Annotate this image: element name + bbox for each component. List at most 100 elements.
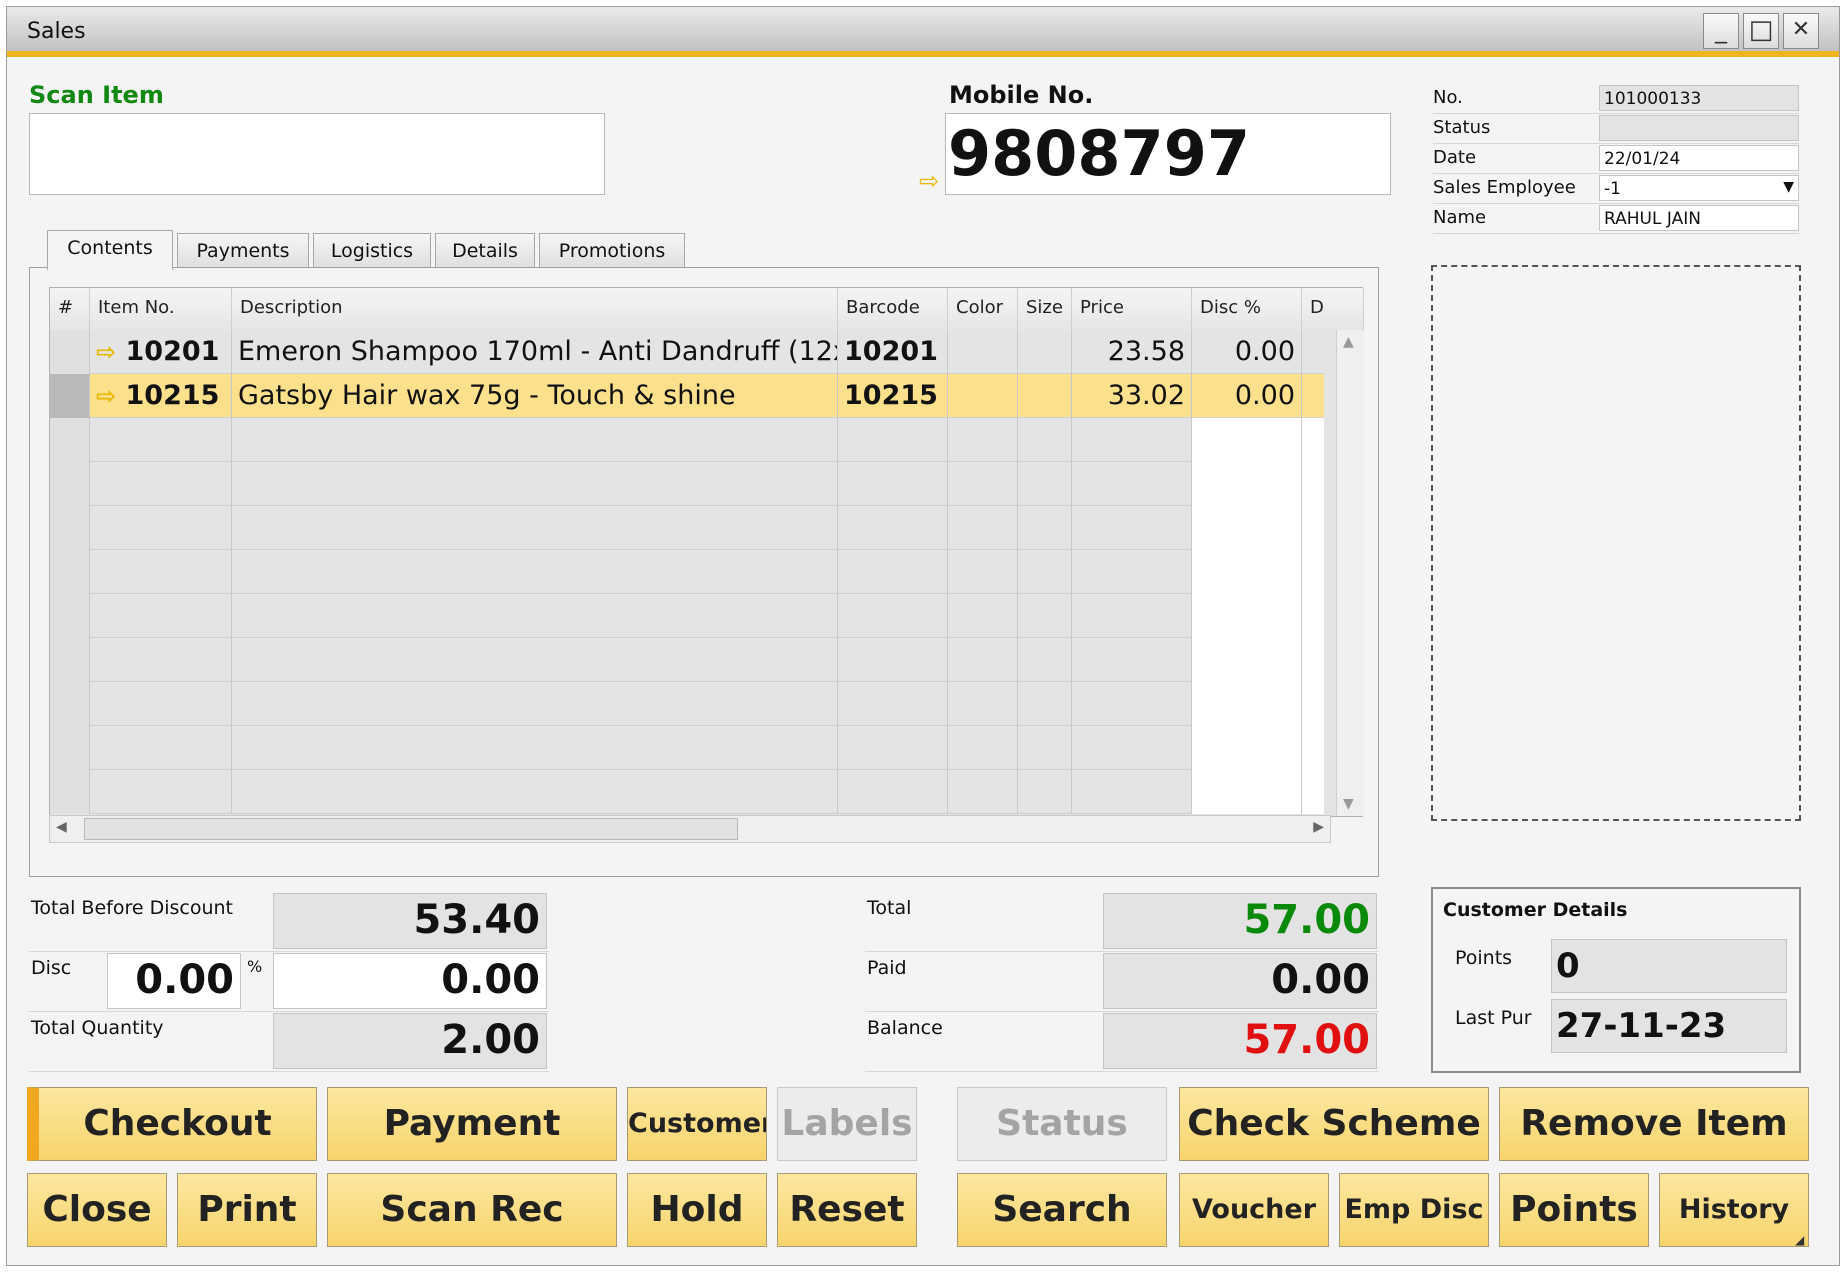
status-field bbox=[1599, 115, 1799, 141]
row-selector[interactable] bbox=[50, 682, 90, 726]
row-selector[interactable] bbox=[50, 374, 90, 418]
row-selector[interactable] bbox=[50, 638, 90, 682]
table-row[interactable]: ⇨ 10215 Gatsby Hair wax 75g - Touch & sh… bbox=[50, 374, 1324, 418]
sales-employee-select[interactable]: -1 ▼ bbox=[1599, 175, 1799, 201]
close-window-button[interactable]: ✕ bbox=[1783, 13, 1819, 49]
row-selector[interactable] bbox=[50, 770, 90, 814]
last-pur-label: Last Pur bbox=[1455, 1007, 1532, 1029]
scroll-up-icon[interactable]: ▲ bbox=[1343, 334, 1354, 350]
disc-amount-input[interactable]: 0.00 bbox=[273, 953, 547, 1009]
col-header-number[interactable]: # bbox=[50, 288, 90, 330]
table-row[interactable]: ⇨ 10201 Emeron Shampoo 170ml - Anti Dand… bbox=[50, 330, 1324, 374]
emp-disc-button[interactable]: Emp Disc bbox=[1339, 1173, 1489, 1247]
close-button[interactable]: Close bbox=[27, 1173, 167, 1247]
status-label: Status bbox=[1433, 117, 1491, 138]
empty-table-row[interactable] bbox=[50, 462, 1324, 506]
scroll-left-icon[interactable]: ◀ bbox=[56, 819, 67, 835]
mobile-no-input[interactable]: 9808797 bbox=[945, 113, 1391, 195]
customer-details-title: Customer Details bbox=[1443, 899, 1628, 921]
tab-payments[interactable]: Payments bbox=[177, 233, 309, 269]
empty-table-row[interactable] bbox=[50, 638, 1324, 682]
balance-label: Balance bbox=[867, 1017, 943, 1039]
empty-table-row[interactable] bbox=[50, 770, 1324, 814]
maximize-button[interactable]: □ bbox=[1743, 13, 1779, 49]
mobile-no-label: Mobile No. bbox=[949, 81, 1094, 109]
labels-button[interactable]: Labels bbox=[777, 1087, 917, 1161]
scroll-down-icon[interactable]: ▼ bbox=[1343, 796, 1354, 812]
disc-cell: 0.00 bbox=[1192, 374, 1302, 418]
tab-promotions[interactable]: Promotions bbox=[539, 233, 685, 269]
sales-employee-label: Sales Employee bbox=[1433, 177, 1576, 198]
reset-button[interactable]: Reset bbox=[777, 1173, 917, 1247]
row-selector[interactable] bbox=[50, 506, 90, 550]
col-header-description[interactable]: Description bbox=[232, 288, 838, 330]
scroll-right-icon[interactable]: ▶ bbox=[1313, 819, 1324, 835]
scan-rec-button[interactable]: Scan Rec bbox=[327, 1173, 617, 1247]
tab-details[interactable]: Details bbox=[435, 233, 535, 269]
color-cell bbox=[948, 374, 1018, 418]
payment-button[interactable]: Payment bbox=[327, 1087, 617, 1161]
voucher-button[interactable]: Voucher bbox=[1179, 1173, 1329, 1247]
date-field[interactable]: 22/01/24 bbox=[1599, 145, 1799, 171]
description-cell: Emeron Shampoo 170ml - Anti Dandruff (12… bbox=[232, 330, 838, 374]
points-button[interactable]: Points bbox=[1499, 1173, 1649, 1247]
col-header-d[interactable]: D bbox=[1302, 288, 1364, 330]
window-title: Sales bbox=[27, 19, 86, 44]
remove-item-button[interactable]: Remove Item bbox=[1499, 1087, 1809, 1161]
item-no-cell: 10201 bbox=[125, 336, 220, 367]
disc-percent-input[interactable]: 0.00 bbox=[107, 953, 241, 1009]
row-selector[interactable] bbox=[50, 550, 90, 594]
paid-value: 0.00 bbox=[1103, 953, 1377, 1009]
points-label: Points bbox=[1455, 947, 1513, 969]
date-label: Date bbox=[1433, 147, 1477, 168]
row-selector[interactable] bbox=[50, 594, 90, 638]
color-cell bbox=[948, 330, 1018, 374]
empty-table-row[interactable] bbox=[50, 550, 1324, 594]
col-header-barcode[interactable]: Barcode bbox=[838, 288, 948, 330]
hold-button[interactable]: Hold bbox=[627, 1173, 767, 1247]
empty-table-row[interactable] bbox=[50, 726, 1324, 770]
col-header-disc[interactable]: Disc % bbox=[1192, 288, 1302, 330]
empty-table-row[interactable] bbox=[50, 594, 1324, 638]
link-arrow-icon[interactable]: ⇨ bbox=[919, 167, 939, 195]
tab-contents[interactable]: Contents bbox=[47, 230, 173, 270]
check-scheme-button[interactable]: Check Scheme bbox=[1179, 1087, 1489, 1161]
horizontal-scrollbar[interactable]: ◀ ▶ bbox=[49, 815, 1331, 843]
chevron-down-icon[interactable]: ▼ bbox=[1783, 176, 1794, 198]
link-arrow-icon[interactable]: ⇨ bbox=[96, 338, 116, 366]
price-cell: 23.58 bbox=[1072, 330, 1192, 374]
col-header-color[interactable]: Color bbox=[948, 288, 1018, 330]
status-button[interactable]: Status bbox=[957, 1087, 1167, 1161]
col-header-price[interactable]: Price bbox=[1072, 288, 1192, 330]
row-selector[interactable] bbox=[50, 462, 90, 506]
minimize-button[interactable]: _ bbox=[1703, 13, 1739, 49]
empty-table-row[interactable] bbox=[50, 682, 1324, 726]
history-button[interactable]: History bbox=[1659, 1173, 1809, 1247]
row-selector[interactable] bbox=[50, 418, 90, 462]
search-button[interactable]: Search bbox=[957, 1173, 1167, 1247]
size-cell bbox=[1018, 330, 1072, 374]
tab-logistics[interactable]: Logistics bbox=[313, 233, 431, 269]
percent-symbol: % bbox=[247, 957, 263, 976]
checkout-button[interactable]: Checkout bbox=[27, 1087, 317, 1161]
scroll-thumb[interactable] bbox=[84, 818, 738, 840]
total-quantity-value: 2.00 bbox=[273, 1013, 547, 1069]
vertical-scrollbar[interactable]: ▲ ▼ bbox=[1336, 330, 1364, 816]
customer-name-field[interactable]: RAHUL JAIN bbox=[1599, 205, 1799, 231]
resize-grip-icon[interactable]: ◢ bbox=[1795, 1233, 1804, 1247]
scan-item-input[interactable] bbox=[29, 113, 605, 195]
customer-button[interactable]: Customer bbox=[627, 1087, 767, 1161]
col-header-item-no[interactable]: Item No. bbox=[90, 288, 232, 330]
total-label: Total bbox=[867, 897, 912, 919]
print-button[interactable]: Print bbox=[177, 1173, 317, 1247]
item-no-cell: 10215 bbox=[125, 380, 220, 411]
empty-table-row[interactable] bbox=[50, 418, 1324, 462]
link-arrow-icon[interactable]: ⇨ bbox=[96, 382, 116, 410]
empty-table-row[interactable] bbox=[50, 506, 1324, 550]
total-quantity-label: Total Quantity bbox=[31, 1017, 164, 1039]
description-cell: Gatsby Hair wax 75g - Touch & shine bbox=[232, 374, 838, 418]
col-header-size[interactable]: Size bbox=[1018, 288, 1072, 330]
picture-area bbox=[1431, 265, 1801, 821]
row-selector[interactable] bbox=[50, 330, 90, 374]
row-selector[interactable] bbox=[50, 726, 90, 770]
